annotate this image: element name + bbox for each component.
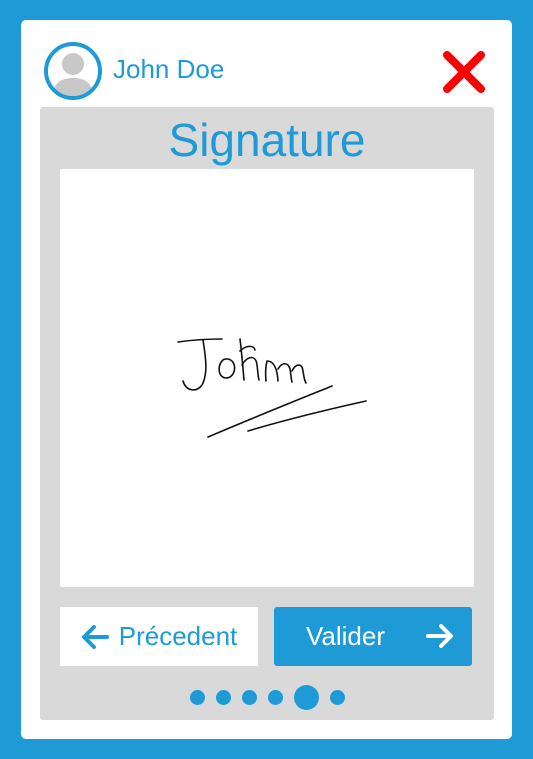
validate-button[interactable]: Valider — [274, 607, 472, 666]
signature-card: John Doe Signature Précedent Valider — [21, 20, 512, 739]
previous-button-label: Précedent — [118, 621, 238, 651]
step-dot-6[interactable] — [329, 690, 345, 705]
validate-button-label: Valider — [306, 621, 386, 651]
signature-canvas[interactable] — [60, 169, 474, 587]
signature-drawing — [177, 338, 367, 438]
step-dot-5[interactable] — [293, 685, 319, 710]
step-dot-2[interactable] — [215, 690, 231, 705]
user-avatar-icon — [44, 42, 102, 100]
signature-panel: Signature Précedent Valider — [40, 107, 494, 720]
step-dot-3[interactable] — [241, 690, 257, 705]
app-frame: John Doe Signature Précedent Valider — [0, 0, 533, 759]
close-button[interactable] — [442, 50, 486, 94]
card-header: John Doe — [21, 20, 512, 110]
step-dot-4[interactable] — [267, 690, 283, 705]
close-x-icon — [443, 51, 485, 93]
page-title: Signature — [168, 114, 366, 166]
step-indicator — [40, 685, 494, 711]
arrow-left-icon — [81, 624, 109, 649]
step-dot-1[interactable] — [189, 690, 205, 705]
user-name: John Doe — [113, 54, 225, 84]
arrow-right-icon — [426, 624, 453, 648]
previous-button[interactable]: Précedent — [60, 607, 258, 666]
